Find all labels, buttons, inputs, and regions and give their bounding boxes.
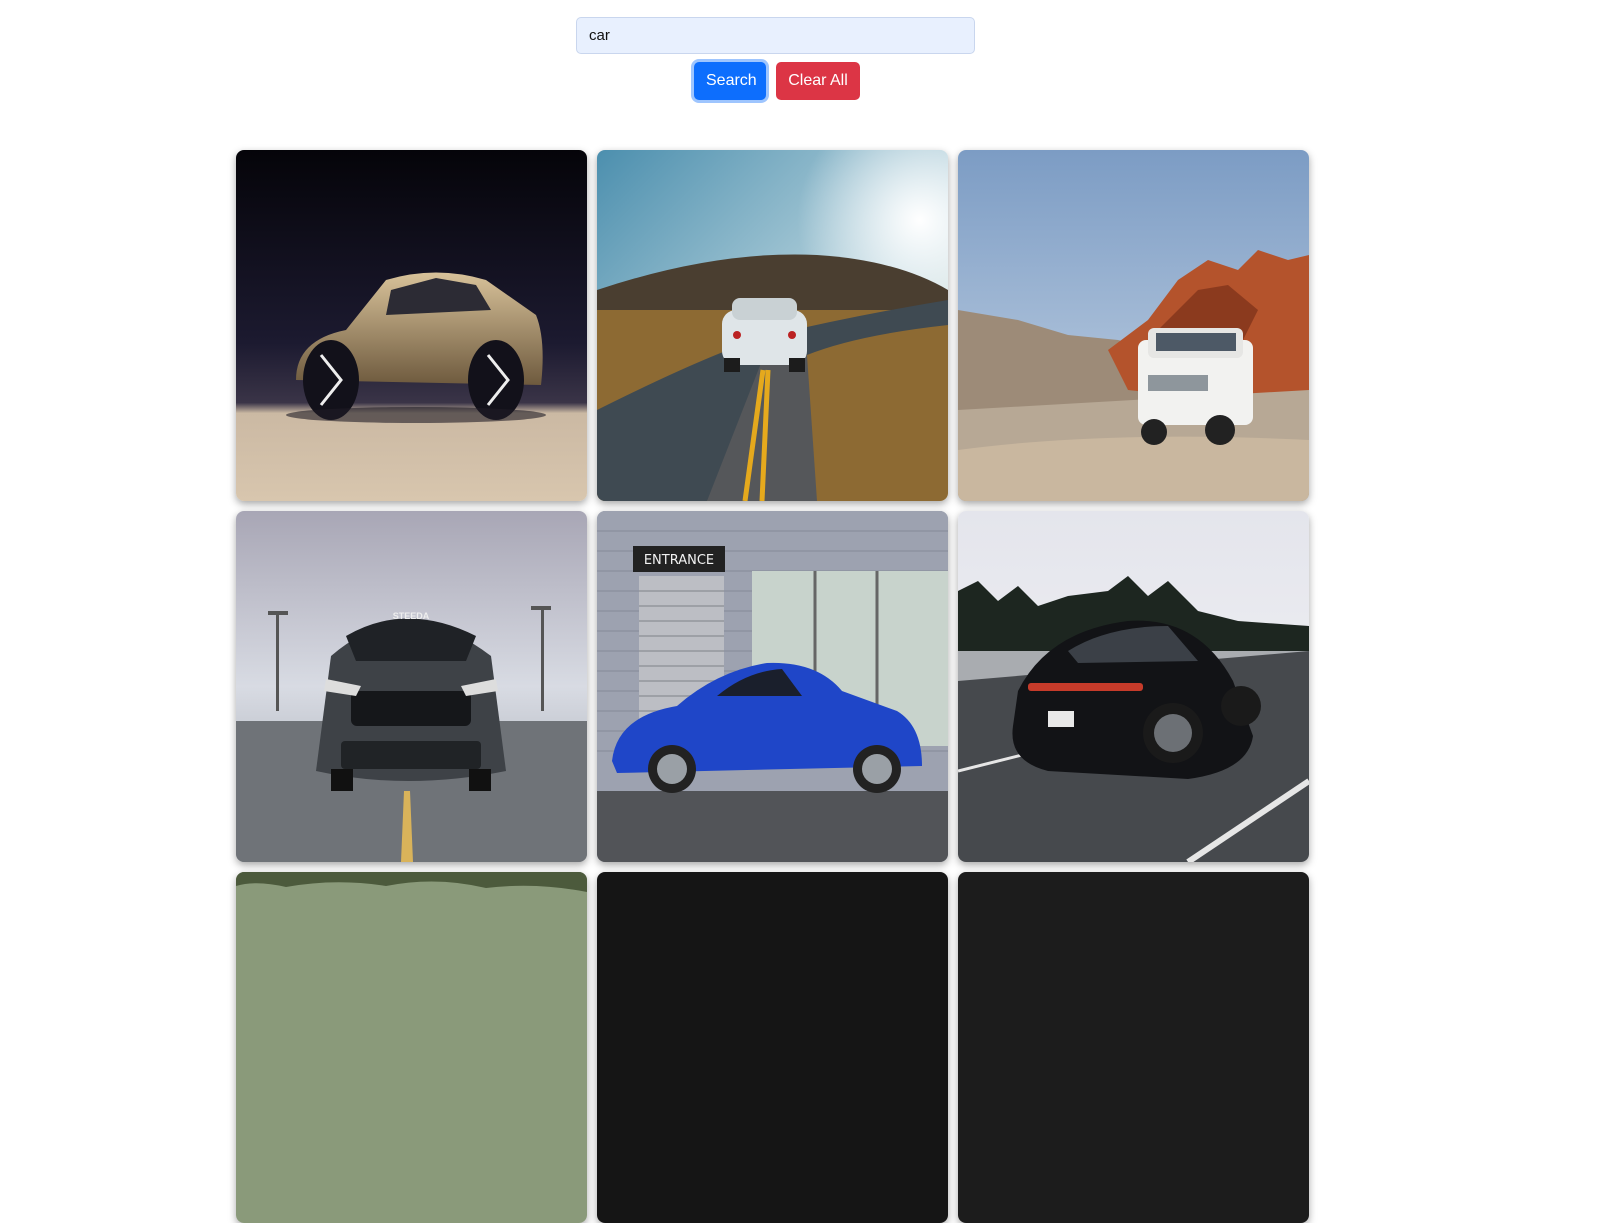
concept-car-photo — [236, 150, 587, 501]
gallery-image[interactable]: ENTRANCE — [597, 511, 948, 862]
dark-photo — [958, 872, 1309, 1223]
search-button[interactable]: Search — [694, 62, 766, 100]
dark-photo — [597, 872, 948, 1223]
blue-coupe-photo: ENTRANCE — [597, 511, 948, 862]
trees-photo — [236, 872, 587, 1223]
search-input[interactable] — [576, 17, 975, 54]
gallery-image[interactable] — [958, 511, 1309, 862]
gallery-image[interactable] — [958, 150, 1309, 501]
gallery-image[interactable] — [597, 872, 948, 1223]
gallery-image[interactable]: STEEDA — [236, 511, 587, 862]
gallery-image[interactable] — [958, 872, 1309, 1223]
clear-all-button[interactable]: Clear All — [776, 62, 860, 100]
road-car-photo — [597, 150, 948, 501]
gallery-image[interactable] — [597, 150, 948, 501]
black-sedan-photo — [958, 511, 1309, 862]
image-gallery: STEEDA ENTRANCE — [236, 150, 1309, 1223]
suv-desert-photo — [958, 150, 1309, 501]
entrance-sign: ENTRANCE — [644, 553, 714, 568]
gallery-image[interactable] — [236, 150, 587, 501]
muscle-car-photo: STEEDA — [236, 511, 587, 862]
gallery-image[interactable] — [236, 872, 587, 1223]
windshield-banner: STEEDA — [393, 611, 430, 621]
